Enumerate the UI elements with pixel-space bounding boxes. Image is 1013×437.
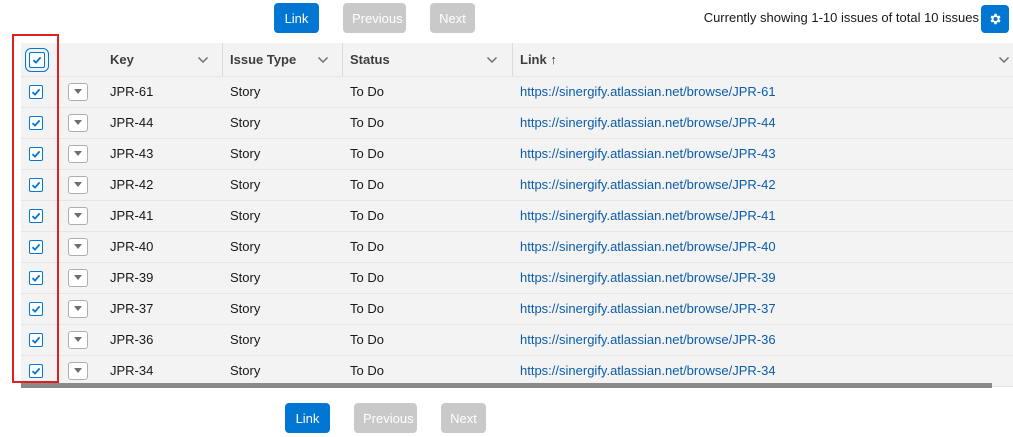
cell-link[interactable]: https://sinergify.atlassian.net/browse/J… (520, 139, 776, 169)
cell-status: To Do (350, 239, 384, 254)
chevron-down-icon[interactable] (486, 54, 498, 66)
row-action-button[interactable] (68, 83, 88, 101)
table-row: JPR-36 Story To Do https://sinergify.atlass… (21, 325, 1013, 356)
horizontal-scrollbar[interactable] (21, 383, 992, 388)
row-action-button[interactable] (68, 331, 88, 349)
cell-key: JPR-61 (110, 84, 154, 99)
cell-issue-type: Story (230, 301, 261, 316)
cell-key: JPR-34 (110, 363, 154, 378)
cell-issue-type: Story (230, 115, 261, 130)
column-header-status[interactable]: Status (350, 43, 390, 76)
row-action-button[interactable] (68, 207, 88, 225)
cell-status: To Do (350, 332, 384, 347)
next-button-bottom[interactable]: Next (441, 403, 486, 433)
cell-issue-type: Story (230, 270, 261, 285)
column-header-key[interactable]: Key (110, 43, 134, 76)
chevron-down-icon (74, 213, 82, 218)
column-divider[interactable] (512, 43, 513, 76)
column-header-issue-type[interactable]: Issue Type (230, 43, 296, 76)
table-header: Key Issue Type Status Link ↑ (21, 43, 1013, 77)
table-row: JPR-61 Story To Do https://sinergify.atlass… (21, 77, 1013, 108)
column-divider[interactable] (342, 43, 343, 76)
cell-link[interactable]: https://sinergify.atlassian.net/browse/J… (520, 294, 776, 324)
cell-link[interactable]: https://sinergify.atlassian.net/browse/J… (520, 263, 776, 293)
chevron-down-icon (74, 182, 82, 187)
cell-key: JPR-36 (110, 332, 154, 347)
chevron-down-icon (74, 89, 82, 94)
chevron-down-icon[interactable] (317, 54, 329, 66)
cell-key: JPR-43 (110, 146, 154, 161)
chevron-down-icon (74, 275, 82, 280)
previous-button-bottom[interactable]: Previous (354, 403, 417, 433)
cell-status: To Do (350, 363, 384, 378)
cell-issue-type: Story (230, 239, 261, 254)
cell-key: JPR-41 (110, 208, 154, 223)
cell-link[interactable]: https://sinergify.atlassian.net/browse/J… (520, 325, 776, 355)
row-action-button[interactable] (68, 362, 88, 380)
cell-status: To Do (350, 146, 384, 161)
table-row: JPR-41 Story To Do https://sinergify.atlass… (21, 201, 1013, 232)
chevron-down-icon (74, 244, 82, 249)
row-action-button[interactable] (68, 269, 88, 287)
gear-icon (990, 13, 1001, 25)
row-action-button[interactable] (68, 145, 88, 163)
column-divider[interactable] (222, 43, 223, 76)
cell-link[interactable]: https://sinergify.atlassian.net/browse/J… (520, 170, 776, 200)
issues-table: Key Issue Type Status Link ↑ JPR-61 Story… (21, 43, 1013, 387)
cell-issue-type: Story (230, 84, 261, 99)
chevron-down-icon (74, 120, 82, 125)
cell-key: JPR-44 (110, 115, 154, 130)
settings-button[interactable] (981, 5, 1009, 33)
chevron-down-icon[interactable] (197, 54, 209, 66)
cell-status: To Do (350, 301, 384, 316)
chevron-down-icon (74, 151, 82, 156)
cell-issue-type: Story (230, 177, 261, 192)
table-body: JPR-61 Story To Do https://sinergify.atlass… (21, 77, 1013, 387)
cell-issue-type: Story (230, 332, 261, 347)
table-row: JPR-37 Story To Do https://sinergify.atlass… (21, 294, 1013, 325)
cell-status: To Do (350, 208, 384, 223)
table-row: JPR-40 Story To Do https://sinergify.atlass… (21, 232, 1013, 263)
cell-issue-type: Story (230, 208, 261, 223)
cell-key: JPR-40 (110, 239, 154, 254)
pagination-status: Currently showing 1-10 issues of total 1… (703, 10, 979, 25)
previous-button-top[interactable]: Previous (343, 3, 406, 33)
row-action-button[interactable] (68, 176, 88, 194)
cell-link[interactable]: https://sinergify.atlassian.net/browse/J… (520, 77, 776, 107)
table-row: JPR-44 Story To Do https://sinergify.atlass… (21, 108, 1013, 139)
row-action-button[interactable] (68, 114, 88, 132)
cell-status: To Do (350, 270, 384, 285)
cell-link[interactable]: https://sinergify.atlassian.net/browse/J… (520, 232, 776, 262)
row-action-button[interactable] (68, 300, 88, 318)
table-row: JPR-39 Story To Do https://sinergify.atlass… (21, 263, 1013, 294)
cell-link[interactable]: https://sinergify.atlassian.net/browse/J… (520, 356, 776, 386)
cell-status: To Do (350, 177, 384, 192)
cell-link[interactable]: https://sinergify.atlassian.net/browse/J… (520, 108, 776, 138)
row-action-button[interactable] (68, 238, 88, 256)
cell-issue-type: Story (230, 363, 261, 378)
cell-key: JPR-39 (110, 270, 154, 285)
column-header-link[interactable]: Link ↑ (520, 43, 557, 76)
link-button-top[interactable]: Link (274, 3, 319, 33)
cell-status: To Do (350, 84, 384, 99)
next-button-top[interactable]: Next (430, 3, 475, 33)
chevron-down-icon[interactable] (998, 54, 1010, 66)
table-row: JPR-43 Story To Do https://sinergify.atlass… (21, 139, 1013, 170)
chevron-down-icon (74, 368, 82, 373)
cell-issue-type: Story (230, 146, 261, 161)
table-row: JPR-42 Story To Do https://sinergify.atlass… (21, 170, 1013, 201)
chevron-down-icon (74, 337, 82, 342)
checkbox-column-highlight (12, 34, 59, 383)
chevron-down-icon (74, 306, 82, 311)
cell-link[interactable]: https://sinergify.atlassian.net/browse/J… (520, 201, 776, 231)
link-button-bottom[interactable]: Link (285, 403, 330, 433)
cell-key: JPR-42 (110, 177, 154, 192)
cell-status: To Do (350, 115, 384, 130)
cell-key: JPR-37 (110, 301, 154, 316)
